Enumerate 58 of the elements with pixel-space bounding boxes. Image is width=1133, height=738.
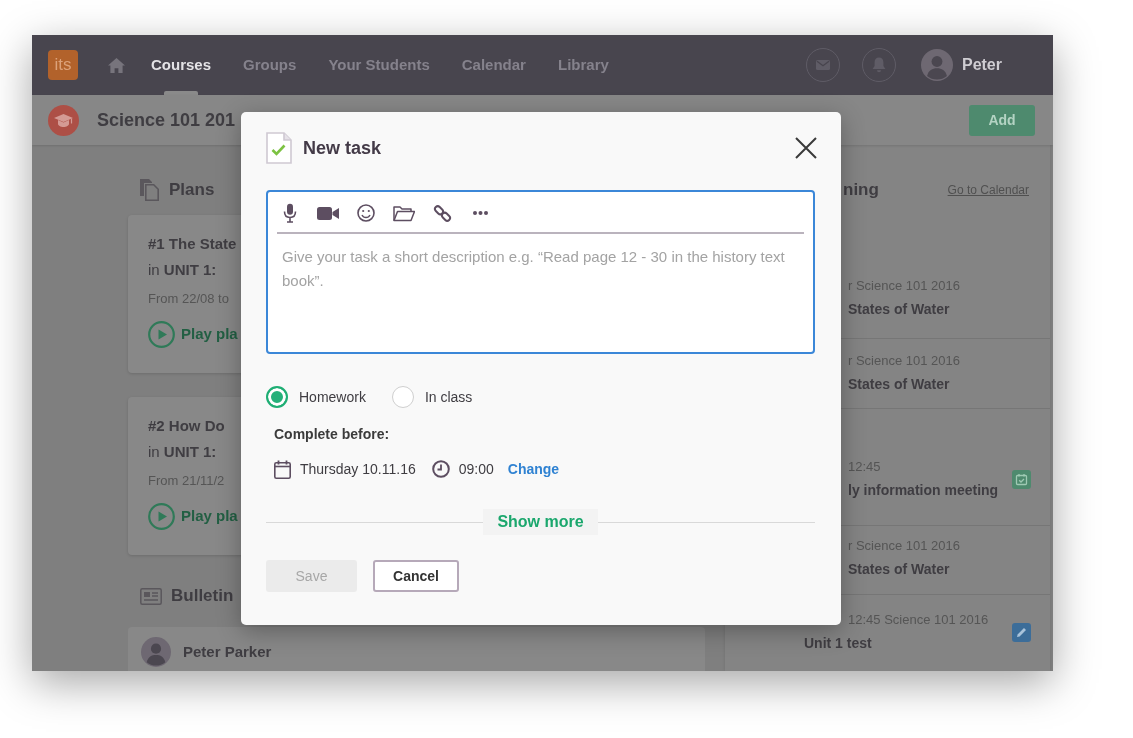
section-title: Plans — [169, 179, 215, 202]
user-menu[interactable]: Peter — [920, 49, 1002, 81]
plan-unit: in UNIT 1: — [148, 260, 217, 280]
cancel-button[interactable]: Cancel — [373, 560, 459, 592]
play-plan-link[interactable]: Play pla — [148, 503, 238, 530]
microphone-icon — [283, 203, 297, 223]
close-button[interactable] — [795, 137, 817, 159]
item-title: States of Water — [848, 560, 951, 579]
documents-icon — [140, 179, 160, 201]
calendar-icon — [274, 459, 291, 479]
user-avatar — [141, 637, 171, 667]
document-check-icon — [266, 132, 292, 164]
nav-link[interactable]: Calendar — [445, 35, 542, 95]
due-time: 09:00 — [458, 459, 494, 479]
item-title: Unit 1 test — [804, 634, 873, 653]
nav-link[interactable]: Library — [541, 35, 625, 95]
radio-label[interactable]: Homework — [299, 386, 366, 408]
video-camera-icon — [317, 205, 339, 221]
calendar-icon — [1012, 469, 1031, 489]
user-avatar — [920, 49, 953, 81]
show-more-button[interactable]: Show more — [483, 509, 598, 535]
play-plan-link[interactable]: Play pla — [148, 321, 238, 348]
due-date: Thursday 10.11.16 — [300, 459, 416, 479]
nav-link[interactable]: Groups — [227, 35, 313, 95]
clock-icon — [431, 460, 450, 478]
panel-title: ning — [843, 179, 879, 201]
radio-label[interactable]: In class — [424, 386, 473, 408]
mail-icon — [815, 60, 830, 70]
app-logo[interactable]: its — [48, 50, 78, 80]
change-link[interactable]: Change — [507, 458, 560, 480]
post-author: Peter Parker — [183, 641, 272, 662]
add-button[interactable]: Add — [969, 104, 1035, 136]
plan-unit: in UNIT 1: — [148, 442, 217, 462]
bell-icon — [871, 57, 886, 73]
section-title: Bulletin — [171, 585, 234, 608]
item-title: ly information meeting — [848, 481, 1000, 500]
nav-link[interactable]: Courses — [135, 35, 228, 95]
deadline-label: Complete before: — [274, 425, 390, 444]
more-icon — [472, 211, 488, 215]
radio-button[interactable] — [266, 386, 288, 408]
plan-title: #1 The State — [148, 234, 237, 254]
close-icon — [795, 137, 817, 159]
play-icon — [148, 321, 175, 348]
play-icon — [148, 503, 175, 530]
dialog-title: New task — [303, 136, 382, 160]
folder-icon — [393, 204, 415, 222]
link-icon — [432, 203, 452, 223]
item-title: States of Water — [848, 300, 951, 319]
course-title: Science 101 201 — [97, 108, 236, 132]
item-title: States of Water — [848, 375, 951, 394]
pencil-icon — [1012, 622, 1031, 642]
nav-link[interactable]: Your Students — [312, 35, 446, 95]
graduation-cap-icon — [48, 104, 79, 136]
task-editor[interactable]: Give your task a short description e.g. “Read page 12 - 30 in the history text book”. — [266, 190, 815, 354]
radio-button[interactable] — [391, 386, 414, 408]
smiley-icon — [357, 204, 375, 222]
newspaper-icon — [140, 587, 162, 605]
plan-title: #2 How Do — [148, 416, 225, 436]
